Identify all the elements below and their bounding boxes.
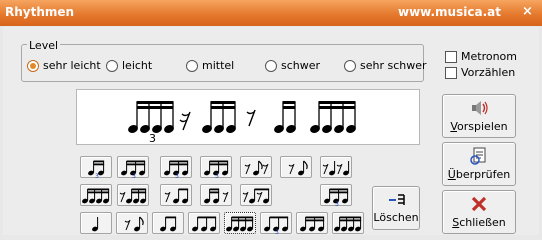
radio-dot [106, 59, 118, 72]
pattern-button-eighth-rest-eighth-dotted[interactable] [280, 156, 312, 178]
sixteenth-group [202, 101, 236, 133]
delete-notes-icon [389, 194, 405, 205]
pattern-notes-icon [119, 188, 147, 204]
pattern-notes-icon [204, 188, 229, 204]
pattern-notes-icon [300, 216, 325, 232]
pattern-notes-icon [92, 217, 99, 232]
pattern-notes-icon: 3 [121, 160, 146, 179]
pattern-notes-icon: 3 [164, 160, 189, 179]
pattern-button-triplet-sixteenths-alt[interactable]: 3 [200, 156, 232, 179]
triplet-number: 3 [149, 132, 156, 145]
speaker-icon [472, 101, 488, 115]
close-button[interactable]: Schließen [442, 190, 516, 234]
pattern-button-sixteenths-4[interactable] [80, 184, 112, 206]
sixteenth-rest [179, 111, 191, 131]
level-radio-schwer[interactable]: schwer [265, 59, 320, 72]
pattern-button-triplet-eighths-2[interactable]: 3 [260, 212, 292, 235]
pattern-notes-icon [244, 160, 269, 176]
website-url: www.musica.at [398, 5, 501, 19]
check-label: Überprüfen [447, 168, 511, 181]
radio-dot [186, 59, 198, 72]
metronome-label: Metronom [461, 50, 517, 63]
radio-dot [27, 59, 39, 72]
triplet-number: 3 [275, 229, 279, 235]
play-label: Vorspielen [450, 120, 508, 133]
triplet-number: 3 [175, 173, 179, 179]
count-in-checkbox[interactable]: Vorzählen [445, 66, 515, 79]
rhythm-display: 3 [76, 89, 420, 145]
pattern-button-sixteenth-pair-triplet[interactable]: 3 [80, 156, 112, 179]
pattern-notes-icon: 3 [264, 216, 289, 235]
count-in-label: Vorzählen [461, 66, 516, 79]
level-radio-leicht[interactable]: leicht [106, 59, 152, 72]
pattern-button-rest-eighth-rest-eighth[interactable] [320, 156, 352, 178]
check-document-icon [470, 147, 486, 165]
pattern-button-sixteenths-4-selected[interactable] [224, 212, 256, 234]
pattern-notes-icon [164, 188, 189, 204]
level-label: leicht [122, 59, 153, 72]
checkbox-box [445, 50, 457, 63]
pattern-button-eighth-sixteenth-rest[interactable] [200, 184, 232, 206]
rhythm-notation: 3 [128, 101, 356, 145]
eighth-rest [246, 109, 256, 127]
sixteenth-group [128, 101, 174, 133]
sixteenth-group [274, 101, 296, 133]
pattern-notes-icon [82, 188, 110, 204]
level-legend: Level [27, 39, 61, 52]
pattern-notes-icon [226, 216, 254, 232]
pattern-notes-icon [334, 216, 362, 232]
pattern-button-triplet-sixteenths-grouped[interactable]: 3 [117, 156, 149, 179]
pattern-button-eighth-rest-eighth[interactable] [240, 156, 272, 178]
pattern-notes-icon: 3 [324, 188, 349, 207]
pattern-notes-icon [288, 160, 308, 176]
radio-dot [265, 59, 277, 72]
pattern-button-rest-sixteenth-rest-sixteenth[interactable] [240, 184, 272, 206]
pattern-notes-icon [322, 161, 350, 176]
pattern-notes-icon: 3 [88, 160, 105, 179]
level-label: schwer [281, 59, 321, 72]
level-label: mittel [202, 59, 235, 72]
delete-label: Löschen [373, 211, 419, 224]
level-radio-sehr-leicht[interactable]: sehr leicht [27, 59, 101, 72]
play-button[interactable]: Vorspielen [442, 94, 516, 138]
pattern-button-eighths-2[interactable] [152, 212, 184, 234]
level-radio-sehr-schwer[interactable]: sehr schwer [344, 59, 427, 72]
pattern-button-triplet-sixteenths-full[interactable]: 3 [160, 156, 192, 179]
pattern-notes-icon [242, 188, 270, 204]
triplet-number: 3 [215, 173, 219, 179]
pattern-button-sixteenths-4[interactable] [332, 212, 364, 234]
pattern-notes-icon [160, 216, 177, 232]
pattern-button-quarter-rest-eighth[interactable] [116, 212, 148, 234]
close-label: Schließen [452, 216, 506, 229]
level-radio-mittel[interactable]: mittel [186, 59, 234, 72]
close-x-icon [471, 196, 487, 212]
window-close-button[interactable]: × [522, 4, 533, 19]
pattern-notes-icon [124, 216, 144, 232]
pattern-notes-icon [192, 216, 217, 232]
check-button[interactable]: Überprüfen [442, 142, 516, 186]
pattern-button-eighth-sixteenths-2[interactable] [188, 212, 220, 234]
pattern-notes-icon: 3 [204, 160, 229, 179]
delete-button[interactable]: Löschen [372, 186, 420, 230]
triplet-number: 3 [132, 173, 136, 179]
level-label: sehr schwer [360, 59, 427, 72]
title-bar: Rhythmen www.musica.at × [0, 0, 542, 26]
metronome-checkbox[interactable]: Metronom [445, 50, 517, 63]
pattern-button-rest-eighth-sixteenth[interactable] [160, 184, 192, 206]
window-title: Rhythmen [5, 5, 75, 19]
pattern-button-sixteenths-2-eighth[interactable] [296, 212, 328, 234]
pattern-button-quarter[interactable] [80, 212, 112, 234]
radio-dot [344, 59, 356, 72]
level-label: sehr leicht [43, 59, 101, 72]
checkbox-box [445, 66, 457, 79]
pattern-button-rest-sixteenths-3[interactable] [117, 184, 149, 206]
triplet-number: 3 [335, 201, 339, 207]
triplet-number: 3 [95, 173, 99, 179]
pattern-button-triplet-eighths[interactable]: 3 [320, 184, 352, 207]
sixteenth-group [310, 101, 356, 133]
